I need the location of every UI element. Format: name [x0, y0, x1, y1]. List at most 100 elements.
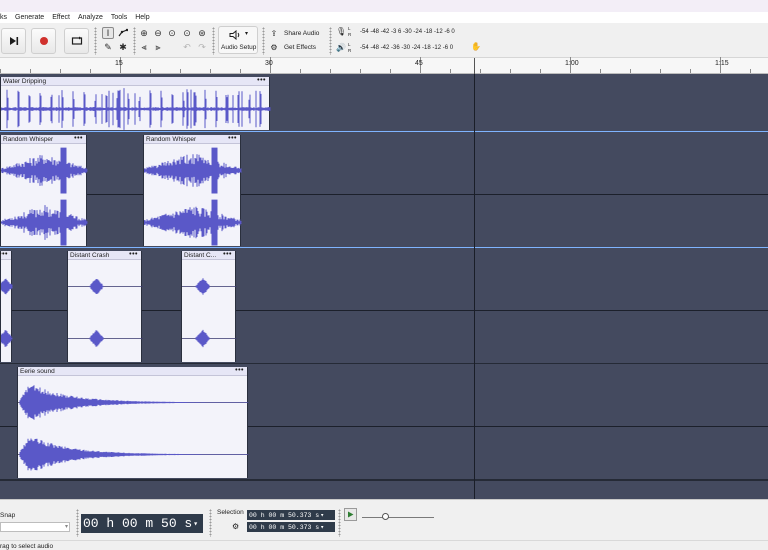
toolbar-grip[interactable] — [133, 27, 136, 55]
toolbar-grip[interactable] — [338, 509, 341, 537]
track-area[interactable]: Water Dripping ••• Random Whisper ••• Random… — [0, 74, 768, 499]
envelope-tool[interactable] — [117, 27, 129, 39]
toolbar-grip[interactable] — [329, 27, 332, 55]
playhead-marker[interactable] — [474, 58, 475, 74]
redo-button[interactable]: ↷ — [196, 41, 208, 53]
zoom-out-button[interactable]: ⊖ — [152, 27, 164, 39]
trim-button[interactable]: ⫷ — [138, 41, 150, 53]
ruler-tick — [30, 69, 31, 73]
selection-tool[interactable]: I — [102, 27, 114, 39]
trim-icon: ⫷ — [141, 41, 147, 52]
ruler-tick — [180, 69, 181, 73]
waveform — [18, 438, 249, 471]
waveform — [144, 147, 242, 194]
clip-header[interactable]: Random Whisper ••• — [1, 135, 86, 144]
clip-header[interactable]: Distant Crash ••• — [68, 251, 141, 260]
clip-header[interactable]: Water Dripping ••• — [1, 77, 269, 86]
audio-setup-label: Audio Setup — [221, 44, 257, 51]
ruler-label: 15 — [115, 60, 123, 67]
ruler-label: 45 — [415, 60, 423, 67]
audio-track[interactable]: Eerie sound ••• — [0, 364, 768, 481]
audio-track[interactable]: Water Dripping ••• — [0, 74, 768, 132]
waveform — [68, 330, 143, 347]
clip-menu-icon[interactable]: ••• — [74, 135, 83, 142]
ruler-tick — [690, 69, 691, 73]
clip-menu-icon[interactable]: ••• — [223, 251, 232, 258]
channel-divider — [0, 194, 768, 195]
selection-start-field[interactable]: 00 h 00 m 50.373 s ▾ — [247, 510, 335, 520]
audio-clip[interactable]: Eerie sound ••• — [17, 367, 249, 478]
ruler-label: 1:15 — [715, 60, 729, 67]
menu-analyze[interactable]: Analyze — [78, 14, 107, 21]
loop-button[interactable] — [64, 28, 89, 54]
ruler-tick — [60, 69, 61, 73]
zoom-toggle-button[interactable]: ⊛ — [196, 27, 208, 39]
fit-project-button[interactable]: ⊙ — [181, 27, 193, 39]
playback-meter[interactable]: 🔊 LR -54 -48 -42 -36 -30 -24 -18 -12 -6 … — [335, 42, 475, 55]
selection-end-field[interactable]: 00 h 00 m 50.373 s ▾ — [247, 522, 335, 532]
menu-effect[interactable]: Effect — [52, 14, 74, 21]
audio-clip[interactable]: Random Whisper ••• — [0, 135, 88, 246]
toolbar-grip[interactable] — [212, 27, 215, 55]
time-display[interactable]: 00 h 00 m 50 s ▾ — [81, 514, 203, 533]
zoom-in-button[interactable]: ⊕ — [138, 27, 150, 39]
toolbar-grip[interactable] — [94, 27, 97, 55]
draw-tool[interactable]: ✎ — [102, 41, 114, 53]
toolbar-grip[interactable] — [76, 509, 79, 537]
play-at-speed-button[interactable] — [344, 508, 357, 521]
skip-end-button[interactable] — [1, 28, 26, 54]
playback-speed-thumb[interactable] — [382, 513, 389, 520]
get-effects-label: Get Effects — [284, 44, 317, 51]
multi-tool[interactable]: ✱ — [117, 41, 129, 53]
toolbar-grip[interactable] — [209, 509, 212, 537]
audio-clip[interactable]: Random Whisper ••• — [143, 135, 242, 246]
clip-menu-icon[interactable]: ••• — [228, 135, 237, 142]
silence-button[interactable]: ⫸ — [152, 41, 164, 53]
waveform-path — [19, 438, 249, 471]
clip-header[interactable]: Eerie sound ••• — [18, 367, 247, 376]
clip-menu-icon[interactable]: ••• — [235, 367, 244, 374]
audio-track[interactable]: Random Whisper ••• Random Whisper ••• — [0, 132, 768, 248]
hand-icon[interactable]: ✋ — [471, 42, 481, 51]
clip-header[interactable]: ••• — [0, 251, 11, 260]
ruler-tick — [150, 69, 151, 73]
ruler-tick — [660, 69, 661, 73]
record-meter[interactable]: 🎙 LR -54 -48 -42 -3 6 -30 -24 -18 -12 -6… — [335, 26, 475, 39]
clip-menu-icon[interactable]: ••• — [129, 251, 138, 258]
audio-clip[interactable]: Distant C... ••• — [181, 251, 237, 362]
title-bar — [0, 0, 768, 12]
share-audio-button[interactable]: ⇪ Share Audio — [268, 27, 324, 40]
status-text: rag to select audio — [0, 543, 54, 550]
envelope-icon — [118, 28, 128, 37]
record-meter-scale: -54 -48 -42 -3 6 -30 -24 -18 -12 -6 0 — [360, 29, 455, 35]
menu-help[interactable]: Help — [135, 14, 153, 21]
audio-clip[interactable]: Water Dripping ••• — [0, 77, 271, 130]
clip-header[interactable]: Random Whisper ••• — [144, 135, 240, 144]
menu-generate[interactable]: Generate — [15, 14, 48, 21]
clip-menu-icon[interactable]: ••• — [257, 77, 266, 84]
ruler-tick — [540, 69, 541, 73]
zoom-selection-icon: ⊙ — [168, 27, 176, 38]
menu-tools[interactable]: Tools — [111, 14, 131, 21]
track-separator[interactable] — [0, 479, 768, 481]
gear-icon[interactable]: ⚙ — [232, 522, 239, 531]
audio-track[interactable]: ••• Distant Crash ••• Distant C... ••• — [0, 248, 768, 365]
ruler-tick — [600, 69, 601, 73]
fit-selection-button[interactable]: ⊙ — [166, 27, 178, 39]
audio-clip[interactable]: ••• — [0, 251, 13, 362]
timeline-ruler[interactable]: 15 30 45 1:00 1:15 — [0, 57, 768, 74]
clip-name: Eerie sound — [20, 368, 55, 375]
record-button[interactable] — [31, 28, 56, 54]
get-effects-button[interactable]: ⚙ Get Effects — [268, 41, 324, 54]
zoom-in-icon: ⊕ — [140, 27, 148, 38]
toolbar-grip[interactable] — [262, 27, 265, 55]
undo-button[interactable]: ↶ — [181, 41, 193, 53]
speaker-icon: 🔊 — [336, 43, 346, 52]
playback-speed-slider[interactable] — [362, 517, 434, 518]
snap-dropdown[interactable]: ▾ — [0, 522, 70, 532]
audio-clip[interactable]: Distant Crash ••• — [67, 251, 143, 362]
clip-menu-icon[interactable]: ••• — [0, 251, 8, 258]
menu-tracks[interactable]: ks — [0, 14, 11, 21]
audio-setup-button[interactable]: ▾ Audio Setup — [218, 26, 258, 54]
clip-header[interactable]: Distant C... ••• — [182, 251, 235, 260]
